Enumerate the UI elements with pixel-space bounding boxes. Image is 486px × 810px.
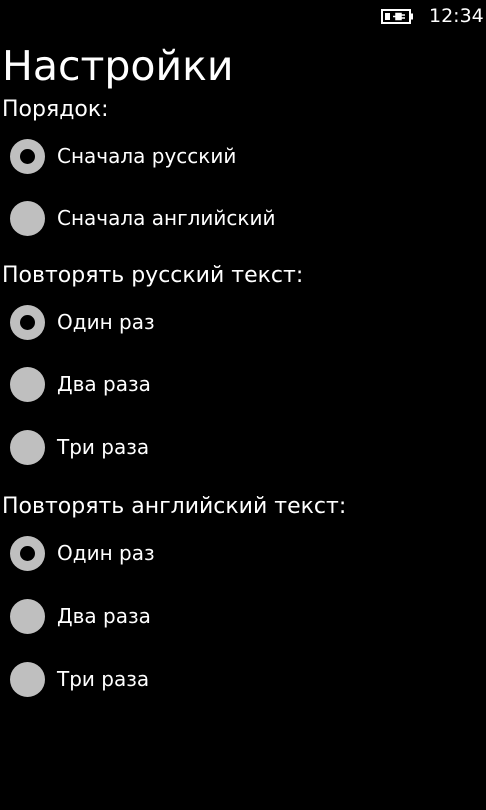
- repeat-russian-header: Повторять русский текст:: [2, 263, 304, 288]
- status-clock: 12:34: [429, 5, 484, 27]
- radio-label: Один раз: [57, 310, 155, 334]
- radio-button-checked[interactable]: [10, 536, 45, 571]
- radio-english-once[interactable]: Один раз: [10, 531, 450, 575]
- radio-label: Сначала английский: [57, 206, 276, 230]
- radio-russian-once[interactable]: Один раз: [10, 300, 450, 344]
- radio-label: Три раза: [57, 435, 150, 459]
- status-bar: 12:34: [0, 0, 486, 34]
- radio-russian-thrice[interactable]: Три раза: [10, 425, 450, 469]
- radio-order-russian-first[interactable]: Сначала русский: [10, 134, 450, 178]
- radio-label: Один раз: [57, 541, 155, 565]
- page-title: Настройки: [2, 42, 234, 90]
- radio-english-thrice[interactable]: Три раза: [10, 657, 450, 701]
- battery-charging-icon: [381, 8, 415, 25]
- radio-label: Два раза: [57, 372, 151, 396]
- repeat-english-header: Повторять английский текст:: [2, 494, 347, 519]
- radio-button-unchecked[interactable]: [10, 430, 45, 465]
- radio-russian-twice[interactable]: Два раза: [10, 362, 450, 406]
- radio-button-unchecked[interactable]: [10, 367, 45, 402]
- radio-english-twice[interactable]: Два раза: [10, 594, 450, 638]
- radio-button-unchecked[interactable]: [10, 662, 45, 697]
- radio-button-unchecked[interactable]: [10, 201, 45, 236]
- radio-order-english-first[interactable]: Сначала английский: [10, 196, 450, 240]
- radio-label: Три раза: [57, 667, 150, 691]
- radio-label: Сначала русский: [57, 144, 237, 168]
- order-header: Порядок:: [2, 97, 109, 122]
- radio-button-checked[interactable]: [10, 139, 45, 174]
- radio-button-unchecked[interactable]: [10, 599, 45, 634]
- radio-button-checked[interactable]: [10, 305, 45, 340]
- radio-label: Два раза: [57, 604, 151, 628]
